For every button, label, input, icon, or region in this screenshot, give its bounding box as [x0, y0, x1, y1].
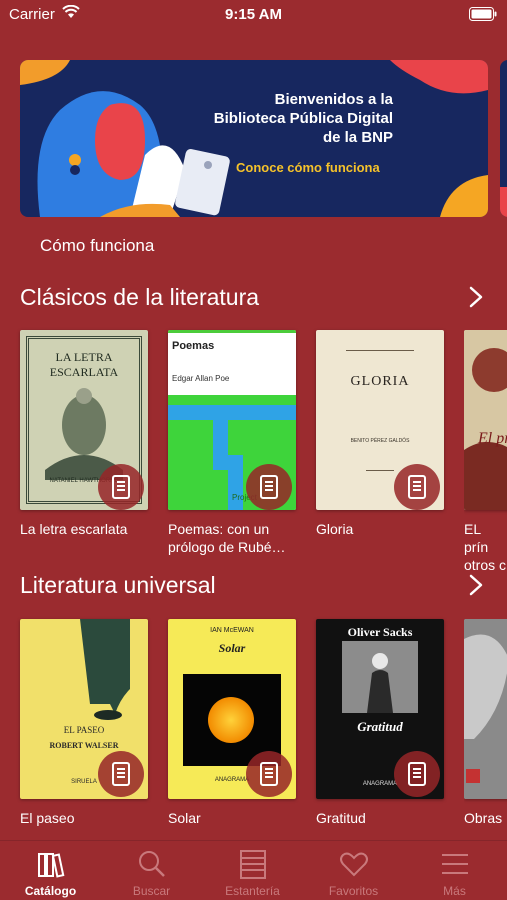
- ebook-icon: [260, 762, 278, 786]
- how-it-works-link[interactable]: Cómo funciona: [40, 236, 154, 256]
- ebook-icon: [260, 475, 278, 499]
- cover-title: El prí feli: [478, 430, 507, 447]
- shelf-icon: [240, 850, 266, 879]
- tab-favorites[interactable]: Favoritos: [303, 841, 404, 900]
- tab-label: Estantería: [225, 884, 280, 898]
- ebook-badge: [246, 751, 292, 797]
- tab-label: Buscar: [132, 884, 171, 898]
- cover-title: EL PASEO: [63, 725, 105, 735]
- book-title: EL prín otros c: [464, 521, 507, 570]
- cover-title: Gratitud: [357, 719, 403, 734]
- ebook-badge: [98, 464, 144, 510]
- ebook-badge: [98, 751, 144, 797]
- section-title-classics[interactable]: Clásicos de la literatura: [20, 284, 259, 311]
- clock: 9:15 AM: [225, 6, 282, 23]
- tab-label: Más: [443, 884, 466, 898]
- banner-heading: Bienvenidos a la Biblioteca Pública Digi…: [214, 90, 393, 147]
- chevron-right-icon[interactable]: [466, 573, 486, 597]
- book-title: Gloria: [316, 521, 354, 537]
- section-title-universal[interactable]: Literatura universal: [20, 572, 216, 599]
- chevron-right-icon[interactable]: [466, 285, 486, 309]
- book-cover: El prí feli: [464, 330, 507, 510]
- cover-title: GLORIA: [350, 374, 410, 389]
- book-title: Obras: [464, 810, 503, 826]
- search-icon: [139, 851, 165, 877]
- book-title: El paseo: [20, 810, 75, 826]
- books-icon: [38, 853, 65, 878]
- welcome-banner[interactable]: Bienvenidos a la Biblioteca Pública Digi…: [20, 60, 488, 217]
- tab-more[interactable]: Más: [404, 841, 505, 900]
- cover-author: IAN McEWAN: [210, 627, 254, 634]
- battery-icon: [469, 7, 497, 21]
- cover-author: Oliver Sacks: [347, 625, 413, 639]
- banner-line-3: de la BNP: [322, 129, 393, 146]
- cover-author: Edgar Allan Poe: [172, 374, 230, 383]
- book-card[interactable]: Obras: [464, 619, 507, 834]
- tab-search[interactable]: Buscar: [101, 841, 202, 900]
- book-title: La letra escarlata: [20, 521, 128, 537]
- ebook-icon: [112, 762, 130, 786]
- banner-line-1: Bienvenidos a la: [274, 91, 393, 108]
- ebook-badge: [246, 464, 292, 510]
- banner-line-2: Biblioteca Pública Digital: [213, 110, 393, 127]
- book-cover: [464, 619, 507, 799]
- cover-author: BENITO PÉREZ GALDÓS: [350, 438, 410, 444]
- ebook-badge: [394, 464, 440, 510]
- tab-label: Favoritos: [328, 884, 379, 898]
- menu-icon: [442, 854, 468, 874]
- next-banner-peek[interactable]: [500, 60, 507, 217]
- book-title: Poemas: con un prólogo de Rubé…: [168, 521, 286, 555]
- tab-bar: Catálogo Buscar Estantería Favoritos Más: [0, 840, 507, 900]
- heart-icon: [340, 852, 368, 877]
- cover-author: ROBERT WALSER: [49, 741, 119, 750]
- ebook-icon: [408, 475, 426, 499]
- tab-label: Catálogo: [24, 884, 77, 898]
- book-title: Gratitud: [316, 810, 366, 826]
- book-card[interactable]: El prí feli EL prín otros c: [464, 330, 507, 570]
- ebook-icon: [112, 475, 130, 499]
- banner-cta[interactable]: Conoce cómo funciona: [236, 160, 380, 175]
- cover-title: Poemas: [172, 340, 215, 352]
- tab-catalog[interactable]: Catálogo: [0, 841, 101, 900]
- ebook-icon: [408, 762, 426, 786]
- ebook-badge: [394, 751, 440, 797]
- tab-shelf[interactable]: Estantería: [202, 841, 303, 900]
- cover-title: Solar: [218, 641, 246, 655]
- book-title: Solar: [168, 810, 201, 826]
- status-bar: Carrier 9:15 AM: [0, 0, 507, 30]
